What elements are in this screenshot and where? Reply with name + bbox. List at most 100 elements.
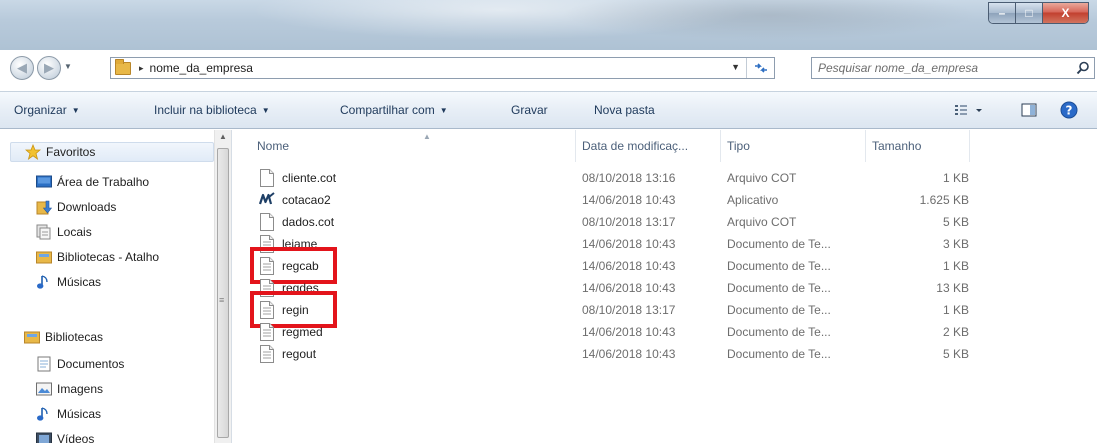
address-bar[interactable]: ▸ nome_da_empresa ▼ <box>110 57 775 79</box>
include-library-label: Incluir na biblioteca <box>154 103 257 117</box>
sidebar-item-locais[interactable]: Locais <box>36 222 92 242</box>
sidebar-item-music-library[interactable]: Músicas <box>36 404 101 424</box>
file-name-cell: cliente.cot <box>259 167 336 188</box>
file-type: Arquivo COT <box>727 170 797 185</box>
table-row-regmed[interactable]: regmed 14/06/2018 10:43 Documento de Te.… <box>233 321 1097 342</box>
help-icon: ? <box>1060 101 1078 119</box>
file-name-cell: cotacao2 <box>258 189 331 210</box>
table-row-regcab[interactable]: regcab 14/06/2018 10:43 Documento de Te.… <box>233 255 1097 276</box>
file-date: 14/06/2018 10:43 <box>582 324 676 339</box>
search-icon[interactable] <box>1076 61 1090 75</box>
chevron-down-icon: ▼ <box>439 106 448 115</box>
maximize-button[interactable]: □ <box>1016 3 1043 23</box>
column-header-name[interactable]: Nome ▲ <box>251 130 576 162</box>
folder-icon <box>115 58 131 75</box>
sidebar-item-desktop[interactable]: Área de Trabalho <box>36 172 149 192</box>
search-box[interactable] <box>811 57 1095 79</box>
file-date: 08/10/2018 13:16 <box>582 170 676 185</box>
include-library-menu[interactable]: Incluir na biblioteca ▼ <box>154 103 270 117</box>
preview-pane-button[interactable] <box>1018 99 1040 121</box>
table-row-dados-cot[interactable]: dados.cot 08/10/2018 13:17 Arquivo COT 5… <box>233 211 1097 232</box>
search-input[interactable] <box>812 59 1062 77</box>
file-date: 08/10/2018 13:17 <box>582 214 676 229</box>
sidebar-item-label: Locais <box>57 225 92 239</box>
navigation-pane: Favoritos Área de Trabalho Downloads Loc… <box>0 130 232 443</box>
organize-menu[interactable]: Organizar ▼ <box>14 103 80 117</box>
file-size: 1 KB <box>942 302 969 317</box>
documents-icon <box>36 356 52 372</box>
address-dropdown-icon[interactable]: ▼ <box>731 62 740 72</box>
file-name: cliente.cot <box>282 170 337 185</box>
sidebar-item-videos[interactable]: Vídeos <box>36 429 94 443</box>
minimize-button[interactable]: – <box>989 3 1016 23</box>
burn-button[interactable]: Gravar <box>511 103 548 117</box>
file-name: regmed <box>282 324 323 339</box>
sidebar-item-label: Imagens <box>57 382 104 396</box>
sidebar-item-music[interactable]: Músicas <box>36 272 101 292</box>
forward-button[interactable]: ▶ <box>37 56 61 80</box>
glass-shadow <box>560 0 980 40</box>
recent-pages-dropdown[interactable]: ▼ <box>64 62 72 71</box>
file-type: Documento de Te... <box>727 302 831 317</box>
sidebar-item-downloads[interactable]: Downloads <box>36 197 116 217</box>
file-size: 1.625 KB <box>919 192 969 207</box>
command-bar: Organizar ▼ Incluir na biblioteca ▼ Compar… <box>0 91 1097 129</box>
arrow-left-icon: ◀ <box>17 60 27 75</box>
share-with-menu[interactable]: Compartilhar com ▼ <box>340 103 448 117</box>
file-type: Documento de Te... <box>727 346 831 361</box>
breadcrumb-current[interactable]: nome_da_empresa <box>150 61 253 75</box>
file-size: 3 KB <box>942 236 969 251</box>
table-row-cotacao2[interactable]: cotacao2 14/06/2018 10:43 Aplicativo 1.6… <box>233 189 1097 210</box>
file-type: Documento de Te... <box>727 236 831 251</box>
refresh-icon <box>754 63 767 73</box>
file-type: Arquivo COT <box>727 214 797 229</box>
column-header-size[interactable]: Tamanho <box>866 130 970 162</box>
new-folder-button[interactable]: Nova pasta <box>594 103 655 117</box>
column-header-type-label: Tipo <box>727 139 750 153</box>
chevron-down-icon: ▼ <box>71 106 80 115</box>
table-row-regout[interactable]: regout 14/06/2018 10:43 Documento de Te.… <box>233 343 1097 364</box>
breadcrumb-separator-icon[interactable]: ▸ <box>139 63 144 74</box>
change-view-button[interactable] <box>948 99 992 121</box>
sidebar-favorites[interactable]: Favoritos <box>10 142 214 162</box>
column-header-type[interactable]: Tipo <box>721 130 866 162</box>
svg-text:?: ? <box>1066 104 1073 118</box>
refresh-button[interactable] <box>746 58 774 78</box>
back-button[interactable]: ◀ <box>10 56 34 80</box>
column-header-size-label: Tamanho <box>872 139 922 153</box>
text-file-icon <box>259 344 275 363</box>
sidebar-item-pictures[interactable]: Imagens <box>36 379 103 399</box>
scrollbar-thumb[interactable] <box>217 148 229 438</box>
preview-pane-icon <box>1021 103 1037 117</box>
chevron-down-icon: ▼ <box>261 106 270 115</box>
blank-file-icon <box>259 212 275 231</box>
file-size: 13 KB <box>936 280 969 295</box>
star-icon <box>25 144 41 160</box>
table-row-cliente-cot[interactable]: cliente.cot 08/10/2018 13:16 Arquivo COT… <box>233 167 1097 188</box>
library-shortcut-icon <box>36 249 52 265</box>
help-button[interactable]: ? <box>1058 99 1080 121</box>
table-row-leiame[interactable]: leiame 14/06/2018 10:43 Documento de Te.… <box>233 233 1097 254</box>
file-date: 14/06/2018 10:43 <box>582 346 676 361</box>
blank-file-icon <box>259 168 275 187</box>
table-row-regin[interactable]: regin 08/10/2018 13:17 Documento de Te..… <box>233 299 1097 320</box>
title-bar: – □ X <box>0 0 1097 50</box>
close-button[interactable]: X <box>1043 3 1088 23</box>
sidebar-item-label: Downloads <box>57 200 117 214</box>
table-row-regdes[interactable]: regdes 14/06/2018 10:43 Documento de Te.… <box>233 277 1097 298</box>
sidebar-libraries-label: Bibliotecas <box>45 330 104 344</box>
sidebar-item-documents[interactable]: Documentos <box>36 354 124 374</box>
sort-ascending-icon: ▲ <box>423 132 431 141</box>
file-name-cell: regout <box>259 343 316 364</box>
share-with-label: Compartilhar com <box>340 103 435 117</box>
sidebar-item-library-shortcut[interactable]: Bibliotecas - Atalho <box>36 247 159 267</box>
sidebar-libraries[interactable]: Bibliotecas <box>10 327 214 347</box>
sidebar-favorites-label: Favoritos <box>46 145 96 159</box>
music-icon <box>36 406 52 422</box>
column-header-date[interactable]: Data de modificaç... <box>576 130 721 162</box>
scroll-up-icon[interactable]: ▲ <box>219 132 227 141</box>
file-date: 14/06/2018 10:43 <box>582 258 676 273</box>
sidebar-scrollbar[interactable]: ▲ ≡ <box>214 130 231 443</box>
file-size: 5 KB <box>942 346 969 361</box>
recent-places-icon <box>36 224 52 240</box>
